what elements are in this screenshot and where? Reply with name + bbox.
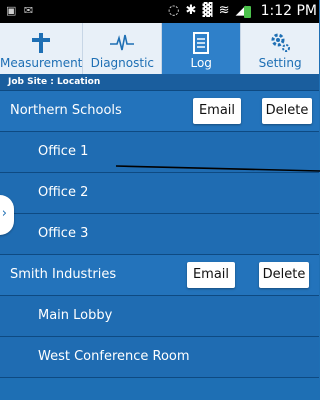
section-header: Job Site : Location — [0, 74, 319, 91]
tab-label: Measurement — [0, 56, 83, 70]
delete-button[interactable]: Delete — [259, 262, 309, 288]
email-button[interactable]: Email — [193, 98, 241, 124]
status-bar: ▣ ✉ ◌ ✱ ▓ ≋ ◢ 1:12 PM — [0, 0, 319, 23]
email-button[interactable]: Email — [187, 262, 235, 288]
company-name: Smith Industries — [10, 267, 117, 282]
tab-setting[interactable]: Setting — [241, 23, 319, 74]
delete-button[interactable]: Delete — [262, 98, 312, 124]
tab-label: Setting — [258, 56, 302, 70]
pulse-icon — [109, 30, 135, 56]
clock: 1:12 PM — [260, 3, 317, 19]
system-status-icons: ◌ ✱ ▓ ≋ ◢ — [168, 3, 247, 18]
company-row-smith-industries[interactable]: Smith Industries Email Delete — [0, 255, 319, 296]
company-row-northern-schools[interactable]: Northern Schools Email Delete — [0, 91, 319, 132]
measurement-icon — [29, 30, 53, 56]
battery-icon — [244, 6, 251, 18]
gear-icon — [268, 30, 292, 56]
office-row[interactable]: Main Lobby — [0, 296, 319, 337]
tab-bar: Measurement Diagnostic Log Setting — [0, 23, 319, 75]
office-name: Office 3 — [38, 226, 89, 241]
callout-line — [115, 165, 320, 172]
tab-measurement[interactable]: Measurement — [0, 23, 84, 74]
office-name: West Conference Room — [38, 349, 190, 364]
tab-log[interactable]: Log — [162, 23, 242, 74]
office-name: Office 2 — [38, 185, 89, 200]
office-row[interactable]: West Conference Room — [0, 337, 319, 378]
tab-label: Log — [190, 56, 212, 70]
tab-label: Diagnostic — [90, 56, 155, 70]
office-row[interactable]: Office 3 — [0, 214, 319, 255]
chevron-right-icon: › — [1, 206, 7, 221]
company-name: Northern Schools — [10, 103, 122, 118]
tab-diagnostic[interactable]: Diagnostic — [83, 23, 163, 74]
office-name: Office 1 — [38, 144, 89, 159]
log-list: Job Site : Location Northern Schools Ema… — [0, 74, 319, 378]
office-name: Main Lobby — [38, 308, 113, 323]
notification-icons: ▣ ✉ — [6, 4, 36, 17]
office-row[interactable]: Office 2 — [0, 173, 319, 214]
document-icon — [192, 30, 210, 56]
